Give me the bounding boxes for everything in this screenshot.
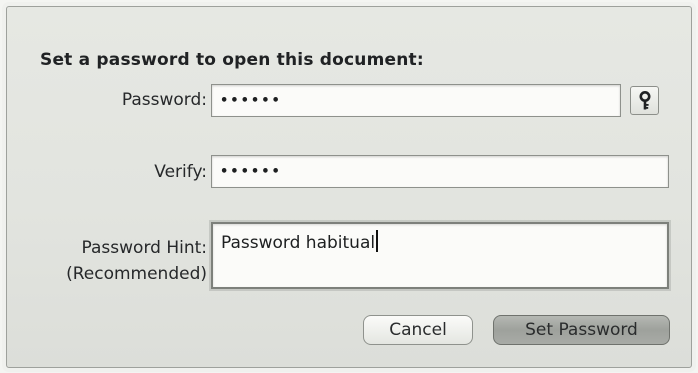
text-cursor xyxy=(376,230,378,252)
verify-field[interactable]: •••••• xyxy=(211,155,669,188)
dialog-heading: Set a password to open this document: xyxy=(40,50,424,70)
password-label: Password: xyxy=(121,90,207,110)
password-assistant-button[interactable] xyxy=(630,86,659,115)
verify-label: Verify: xyxy=(154,162,207,182)
password-hint-recommended-label: (Recommended) xyxy=(66,264,207,284)
password-field[interactable]: •••••• xyxy=(211,84,621,117)
verify-field-value: •••••• xyxy=(220,164,282,179)
key-icon xyxy=(639,90,650,109)
password-field-value: •••••• xyxy=(220,93,282,108)
cancel-button[interactable]: Cancel xyxy=(363,315,473,345)
set-password-button[interactable]: Set Password xyxy=(493,315,670,345)
password-hint-field[interactable]: Password habitual xyxy=(211,222,669,289)
password-hint-label: Password Hint: xyxy=(81,238,207,258)
password-hint-text: Password habitual xyxy=(221,233,376,253)
password-hint-field-value: Password habitual xyxy=(221,230,378,253)
